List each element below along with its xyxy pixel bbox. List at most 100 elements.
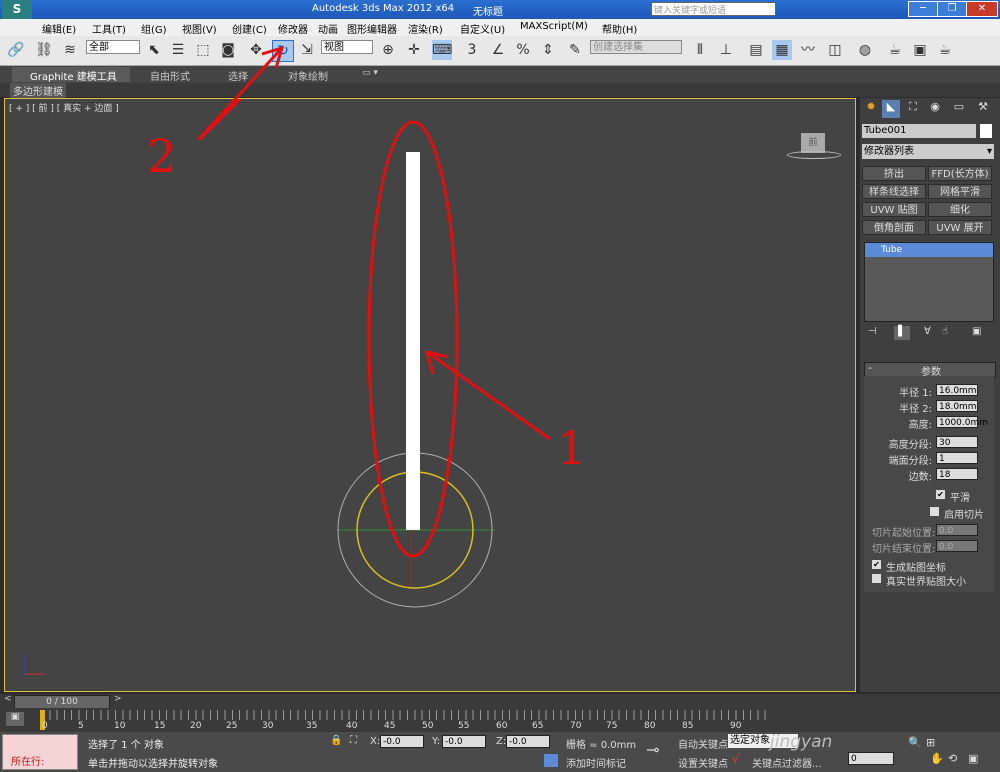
restore-button[interactable]: ❐ (937, 1, 967, 17)
select-manipulate-icon[interactable]: ✛ (404, 40, 424, 60)
utilities-tab-icon[interactable]: ⚒ (974, 100, 992, 118)
ribbon-tab-freeform[interactable]: 自由形式 (150, 68, 190, 83)
configure-sets-icon[interactable]: ▣ (972, 326, 981, 337)
snap-3d-icon[interactable]: 3 (462, 40, 482, 60)
modifier-meshsmooth-button[interactable]: 网格平滑 (928, 184, 992, 199)
layer-manager-icon[interactable]: ▤ (746, 40, 766, 60)
slice-to-field[interactable]: 0.0 (936, 540, 978, 552)
rendered-frame-icon[interactable]: ▣ (910, 40, 930, 60)
ribbon-options-icon[interactable]: ▭ ▾ (362, 68, 378, 78)
key-filters-icon[interactable]: √ (732, 752, 740, 766)
minimize-button[interactable]: ─ (908, 1, 938, 17)
gen-map-coords-checkbox[interactable]: ✔ (872, 560, 881, 569)
menu-graph-editors[interactable]: 图形编辑器 (347, 21, 397, 36)
auto-key-button[interactable]: 自动关键点 (678, 736, 728, 751)
x-field[interactable]: -0.0 (380, 735, 424, 748)
absolute-mode-icon[interactable]: ⛶ (350, 735, 357, 746)
display-tab-icon[interactable]: ▭ (950, 100, 968, 118)
keyboard-shortcut-icon[interactable]: ⌨ (432, 40, 452, 60)
params-rollout-header[interactable]: - 参数 (864, 361, 996, 378)
modifier-bevel-profile-button[interactable]: 倒角剖面 (862, 220, 926, 235)
pin-stack-icon[interactable]: ⊣ (868, 326, 877, 337)
modifier-uvw-map-button[interactable]: UVW 贴图 (862, 202, 926, 217)
create-tab-icon[interactable]: ✹ (862, 100, 880, 118)
sides-field[interactable]: 18 (936, 468, 978, 480)
show-end-result-icon[interactable]: ▌ (894, 326, 910, 340)
modifier-unwrap-uvw-button[interactable]: UVW 展开 (928, 220, 992, 235)
pivot-center-icon[interactable]: ⊕ (378, 40, 398, 60)
bind-space-warp-icon[interactable]: ≋ (60, 40, 80, 60)
menu-maxscript[interactable]: MAXScript(M) (520, 21, 588, 32)
menu-animation[interactable]: 动画 (318, 21, 338, 36)
render-setup-icon[interactable]: ☕ (885, 40, 905, 60)
zoom-icon[interactable]: 🔍 (908, 736, 922, 749)
link-icon[interactable]: 🔗 (6, 40, 26, 60)
modify-tab-icon[interactable]: ◣ (882, 100, 900, 118)
prev-frame-icon[interactable]: < (4, 694, 12, 704)
time-tag-icon[interactable] (544, 754, 558, 767)
radius1-field[interactable]: 16.0mm (936, 384, 978, 396)
key-filters-button[interactable]: 关键点过滤器... (752, 755, 822, 770)
time-slider[interactable]: 0 / 100 < > (0, 694, 1000, 709)
edit-named-sel-icon[interactable]: ✎ (565, 40, 585, 60)
maxscript-listener[interactable]: 所在行: (2, 734, 78, 770)
polygon-modeling-tab[interactable]: 多边形建模 (10, 83, 66, 98)
select-by-name-icon[interactable]: ☰ (168, 40, 188, 60)
select-object-icon[interactable]: ⬉ (144, 40, 164, 60)
modifier-spline-select-button[interactable]: 样条线选择 (862, 184, 926, 199)
track-bar-toggle-icon[interactable]: ▣ (6, 712, 24, 726)
cap-segments-field[interactable]: 1 (936, 452, 978, 464)
radius2-field[interactable]: 18.0mm (936, 400, 978, 412)
slice-from-field[interactable]: 0.0 (936, 524, 978, 536)
pan-icon[interactable]: ✋ (930, 752, 944, 765)
motion-tab-icon[interactable]: ◉ (926, 100, 944, 118)
viewcube-ring[interactable] (787, 151, 841, 159)
modifier-list-dropdown[interactable]: 修改器列表 ▾ (862, 144, 994, 159)
object-color-swatch[interactable] (980, 124, 992, 138)
real-world-map-checkbox[interactable] (872, 574, 881, 583)
align-icon[interactable]: ⊥ (716, 40, 736, 60)
maximize-viewport-icon[interactable]: ▣ (968, 752, 978, 765)
zoom-all-icon[interactable]: ⊞ (926, 736, 935, 749)
angle-snap-icon[interactable]: ∠ (488, 40, 508, 60)
set-key-button[interactable]: 设置关键点 (678, 755, 728, 770)
add-time-tag[interactable]: 添加时间标记 (566, 755, 626, 770)
height-field[interactable]: 1000.0mm (936, 416, 988, 428)
next-frame-icon[interactable]: > (114, 694, 122, 704)
spinner-snap-icon[interactable]: ⇕ (538, 40, 558, 60)
percent-snap-icon[interactable]: % (513, 40, 533, 60)
key-icon[interactable]: ⊸ (646, 740, 659, 759)
schematic-view-icon[interactable]: ◫ (825, 40, 845, 60)
menu-create[interactable]: 创建(C) (232, 21, 267, 36)
app-logo[interactable]: S (2, 0, 32, 19)
mirror-icon[interactable]: ⫴ (690, 40, 710, 60)
z-field[interactable]: -0.0 (506, 735, 550, 748)
remove-modifier-icon[interactable]: ☝ (942, 326, 948, 337)
front-viewport[interactable]: [ + ] [ 前 ] [ 真实 + 边面 ] 1 2 前 (4, 98, 856, 692)
stack-item-tube[interactable]: Tube (865, 243, 993, 257)
material-editor-icon[interactable]: ◍ (855, 40, 875, 60)
menu-customize[interactable]: 自定义(U) (460, 21, 505, 36)
graphite-toggle-icon[interactable]: ▦ (772, 40, 792, 60)
modifier-stack[interactable]: Tube (864, 242, 994, 322)
height-segments-field[interactable]: 30 (936, 436, 978, 448)
modifier-tessellate-button[interactable]: 细化 (928, 202, 992, 217)
menu-modifiers[interactable]: 修改器 (278, 21, 308, 36)
slice-on-checkbox[interactable] (930, 507, 939, 516)
curve-editor-icon[interactable]: 〰 (798, 40, 818, 60)
menu-tools[interactable]: 工具(T) (92, 21, 126, 36)
menu-help[interactable]: 帮助(H) (602, 21, 637, 36)
modifier-ffd-button[interactable]: FFD(长方体) (928, 166, 992, 181)
current-frame-field[interactable]: 0 (848, 752, 894, 765)
lock-selection-icon[interactable]: 🔒 (330, 735, 342, 746)
menu-rendering[interactable]: 渲染(R) (408, 21, 443, 36)
menu-group[interactable]: 组(G) (141, 21, 167, 36)
time-slider-thumb[interactable]: 0 / 100 (14, 695, 110, 709)
named-selection-dropdown[interactable]: 创建选择集 (590, 40, 682, 54)
object-name-field[interactable]: Tube001 (862, 124, 976, 138)
y-field[interactable]: -0.0 (442, 735, 486, 748)
hierarchy-tab-icon[interactable]: ⛶ (904, 100, 922, 118)
render-production-icon[interactable]: ☕ (935, 40, 955, 60)
ref-coord-dropdown[interactable]: 视图 (321, 40, 373, 54)
menu-views[interactable]: 视图(V) (182, 21, 217, 36)
